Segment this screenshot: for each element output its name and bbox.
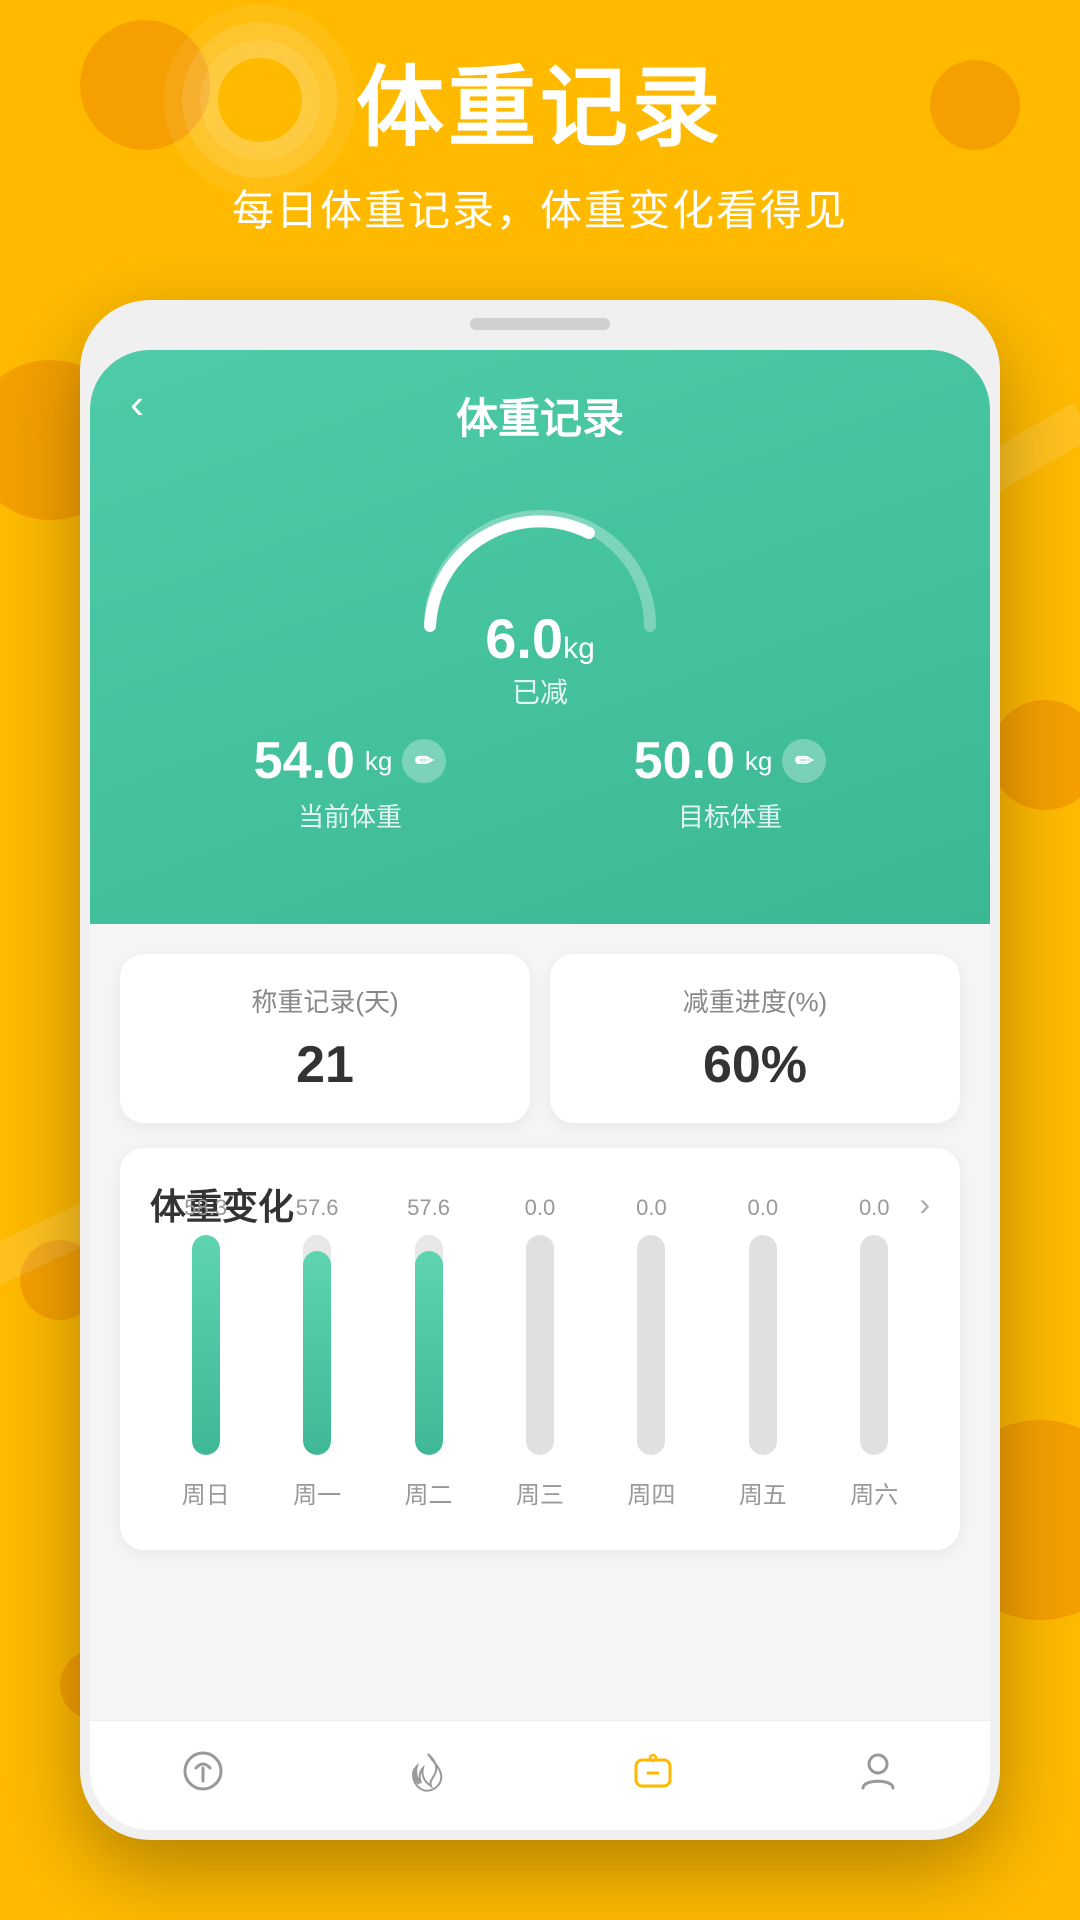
bar-value-label: 0.0 (525, 1195, 556, 1221)
gauge-value: 6.0kg (485, 606, 595, 671)
bar-col-周三: 0.0 周三 (484, 1195, 595, 1510)
weight-gauge: 6.0kg 已减 (140, 486, 940, 711)
bar-day-label: 周三 (516, 1475, 564, 1510)
target-weight-value: 50.0kg ✏ (634, 731, 827, 791)
bar-value-label: 0.0 (636, 1195, 667, 1221)
bar-fill (303, 1251, 331, 1455)
bar-col-周六: 0.0 周六 (819, 1195, 930, 1510)
weigh-days-label: 称重记录(天) (144, 982, 506, 1019)
bar-value-label: 58.3 (184, 1195, 227, 1221)
bar-day-label: 周五 (739, 1475, 787, 1510)
bar-fill (526, 1235, 554, 1455)
food-icon (173, 1741, 233, 1801)
bar-wrapper (415, 1235, 443, 1455)
bar-day-label: 周一 (293, 1475, 341, 1510)
stats-cards-row: 称重记录(天) 21 减重进度(%) 60% (120, 954, 960, 1123)
bar-fill (415, 1251, 443, 1455)
gauge-label: 已减 (485, 671, 595, 711)
back-button[interactable]: ‹ (130, 380, 144, 428)
user-icon (848, 1741, 908, 1801)
bar-wrapper (860, 1235, 888, 1455)
weigh-days-value: 21 (144, 1035, 506, 1095)
bar-fill (749, 1235, 777, 1455)
bar-wrapper (303, 1235, 331, 1455)
screen-title: 体重记录 (140, 380, 940, 446)
nav-food[interactable] (173, 1741, 233, 1801)
bar-day-label: 周四 (627, 1475, 675, 1510)
bar-chart: 58.3周日57.6周一57.6周二0.0周三0.0周四0.0周五0.0周六 (150, 1260, 930, 1520)
screen-content: 称重记录(天) 21 减重进度(%) 60% 体重变化 › 58.3周日57.6… (90, 924, 990, 1570)
nav-weight[interactable] (623, 1741, 683, 1801)
chart-section: 体重变化 › 58.3周日57.6周一57.6周二0.0周三0.0周四0.0周五… (120, 1148, 960, 1550)
bar-fill (860, 1235, 888, 1455)
app-subtitle: 每日体重记录，体重变化看得见 (80, 177, 1000, 238)
bar-col-周四: 0.0 周四 (596, 1195, 707, 1510)
weight-loss-label: 减重进度(%) (574, 982, 936, 1019)
bar-day-label: 周六 (850, 1475, 898, 1510)
current-weight-stat: 54.0kg ✏ 当前体重 (254, 731, 447, 834)
scale-icon (623, 1741, 683, 1801)
bar-wrapper (526, 1235, 554, 1455)
bar-value-label: 0.0 (859, 1195, 890, 1221)
weigh-days-card: 称重记录(天) 21 (120, 954, 530, 1123)
bar-value-label: 57.6 (407, 1195, 450, 1221)
weight-loss-progress-card: 减重进度(%) 60% (550, 954, 960, 1123)
target-weight-stat: 50.0kg ✏ 目标体重 (634, 731, 827, 834)
bar-wrapper (192, 1235, 220, 1455)
bar-col-周五: 0.0 周五 (707, 1195, 818, 1510)
current-weight-label: 当前体重 (254, 797, 447, 834)
nav-profile[interactable] (848, 1741, 908, 1801)
header-area: 体重记录 每日体重记录，体重变化看得见 (0, 60, 1080, 238)
edit-target-weight-button[interactable]: ✏ (782, 739, 826, 783)
weight-stats-row: 54.0kg ✏ 当前体重 50.0kg ✏ 目标体重 (140, 731, 940, 864)
bar-col-周二: 57.6 周二 (373, 1195, 484, 1510)
gauge-center: 6.0kg 已减 (485, 606, 595, 711)
phone-frame: ‹ 体重记录 6.0kg 已减 (80, 300, 1000, 1840)
bg-decoration-4 (990, 700, 1080, 810)
bar-day-label: 周日 (182, 1475, 230, 1510)
target-weight-label: 目标体重 (634, 797, 827, 834)
screen-header: ‹ 体重记录 6.0kg 已减 (90, 350, 990, 924)
phone-notch (470, 318, 610, 330)
bar-wrapper (749, 1235, 777, 1455)
phone-screen: ‹ 体重记录 6.0kg 已减 (90, 350, 990, 1830)
bar-fill (192, 1235, 220, 1455)
bar-col-周日: 58.3 周日 (150, 1195, 261, 1510)
bar-value-label: 0.0 (748, 1195, 779, 1221)
weight-loss-value: 60% (574, 1035, 936, 1095)
bar-col-周一: 57.6 周一 (261, 1195, 372, 1510)
nav-exercise[interactable] (398, 1741, 458, 1801)
bar-day-label: 周二 (405, 1475, 453, 1510)
bottom-navigation (90, 1720, 990, 1830)
app-title: 体重记录 (80, 60, 1000, 157)
fire-icon (398, 1741, 458, 1801)
current-weight-value: 54.0kg ✏ (254, 731, 447, 791)
edit-current-weight-button[interactable]: ✏ (402, 739, 446, 783)
bar-wrapper (637, 1235, 665, 1455)
bar-value-label: 57.6 (296, 1195, 339, 1221)
bar-fill (637, 1235, 665, 1455)
